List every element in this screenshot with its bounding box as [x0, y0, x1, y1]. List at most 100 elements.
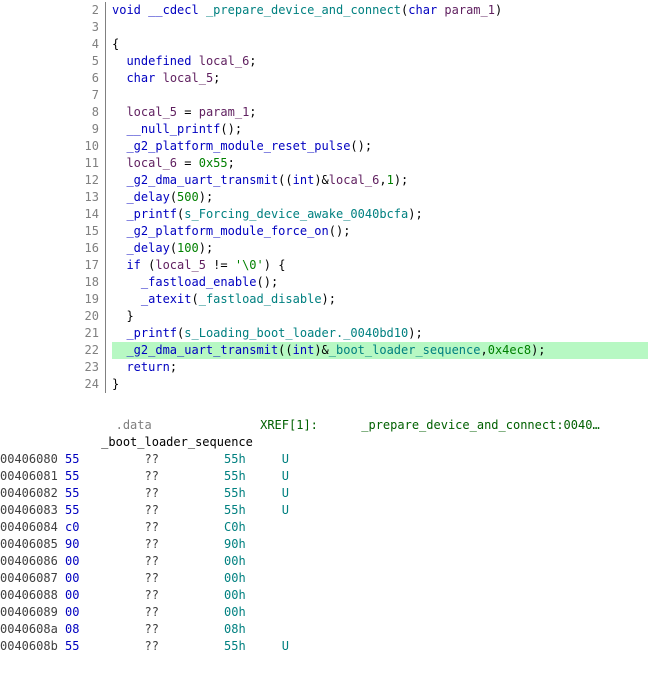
- line-number: 23: [0, 359, 99, 376]
- code-line[interactable]: _printf(s_Loading_boot_loader._0040bd10)…: [112, 325, 648, 342]
- listing-hex: 00h: [224, 554, 282, 568]
- listing-address[interactable]: 0040608b: [0, 639, 65, 653]
- listing-mnemonic: ??: [145, 503, 224, 517]
- section-label: .data: [116, 418, 261, 432]
- listing-row[interactable]: .data XREF[1]: _prepare_device_and_conne…: [0, 417, 648, 434]
- listing-byte: 55: [65, 469, 144, 483]
- line-number: 10: [0, 138, 99, 155]
- listing-hex: 00h: [224, 571, 282, 585]
- line-number: 7: [0, 87, 99, 104]
- listing-row[interactable]: 00406088 00 ?? 00h: [0, 587, 648, 604]
- xref-target[interactable]: _prepare_device_and_connect:0040…: [361, 418, 599, 432]
- code-line[interactable]: _printf(s_Forcing_device_awake_0040bcfa)…: [112, 206, 648, 223]
- code-line[interactable]: _delay(100);: [112, 240, 648, 257]
- code-line[interactable]: if (local_5 != '\0') {: [112, 257, 648, 274]
- listing-row[interactable]: _boot_loader_sequence: [0, 434, 648, 451]
- listing-mnemonic: ??: [145, 469, 224, 483]
- listing-byte: 55: [65, 452, 144, 466]
- listing-mnemonic: ??: [145, 639, 224, 653]
- listing-byte: 00: [65, 588, 144, 602]
- listing-mnemonic: ??: [145, 452, 224, 466]
- listing-hex: 55h: [224, 639, 282, 653]
- listing-mnemonic: ??: [145, 537, 224, 551]
- line-number: 3: [0, 19, 99, 36]
- listing-address[interactable]: 00406087: [0, 571, 65, 585]
- listing-byte: 90: [65, 537, 144, 551]
- code-line[interactable]: return;: [112, 359, 648, 376]
- code-line[interactable]: undefined local_6;: [112, 53, 648, 70]
- listing-address[interactable]: 00406085: [0, 537, 65, 551]
- line-number: 4: [0, 36, 99, 53]
- code-line[interactable]: void __cdecl _prepare_device_and_connect…: [112, 2, 648, 19]
- listing-hex: C0h: [224, 520, 282, 534]
- listing-hex: 55h: [224, 452, 282, 466]
- code-line[interactable]: _g2_dma_uart_transmit((int)&local_6,1);: [112, 172, 648, 189]
- line-number: 8: [0, 104, 99, 121]
- listing-row[interactable]: 00406084 c0 ?? C0h: [0, 519, 648, 536]
- listing-row[interactable]: 00406080 55 ?? 55h U: [0, 451, 648, 468]
- code-line[interactable]: local_6 = 0x55;: [112, 155, 648, 172]
- code-line[interactable]: }: [112, 308, 648, 325]
- code-line[interactable]: _g2_platform_module_force_on();: [112, 223, 648, 240]
- line-number: 9: [0, 121, 99, 138]
- listing-row[interactable]: 00406086 00 ?? 00h: [0, 553, 648, 570]
- line-number: 5: [0, 53, 99, 70]
- code-line[interactable]: __null_printf();: [112, 121, 648, 138]
- listing-address[interactable]: 00406084: [0, 520, 65, 534]
- listing-byte: 00: [65, 571, 144, 585]
- listing-byte: 08: [65, 622, 144, 636]
- listing-address[interactable]: 00406082: [0, 486, 65, 500]
- code-line[interactable]: }: [112, 376, 648, 393]
- code-line[interactable]: [112, 87, 648, 104]
- listing-row[interactable]: 00406085 90 ?? 90h: [0, 536, 648, 553]
- listing-address[interactable]: 00406083: [0, 503, 65, 517]
- listing-address[interactable]: 00406088: [0, 588, 65, 602]
- listing-row[interactable]: 00406089 00 ?? 00h: [0, 604, 648, 621]
- disassembly-listing[interactable]: .data XREF[1]: _prepare_device_and_conne…: [0, 417, 648, 655]
- listing-row[interactable]: 0040608b 55 ?? 55h U: [0, 638, 648, 655]
- listing-row[interactable]: 00406081 55 ?? 55h U: [0, 468, 648, 485]
- listing-address[interactable]: 00406080: [0, 452, 65, 466]
- listing-ascii: U: [282, 503, 289, 517]
- listing-address[interactable]: 0040608a: [0, 622, 65, 636]
- listing-hex: 55h: [224, 486, 282, 500]
- code-line[interactable]: _delay(500);: [112, 189, 648, 206]
- listing-hex: 08h: [224, 622, 282, 636]
- listing-byte: 00: [65, 554, 144, 568]
- listing-address[interactable]: 00406089: [0, 605, 65, 619]
- listing-row[interactable]: 00406082 55 ?? 55h U: [0, 485, 648, 502]
- listing-mnemonic: ??: [145, 554, 224, 568]
- listing-hex: 55h: [224, 469, 282, 483]
- listing-row[interactable]: 00406083 55 ?? 55h U: [0, 502, 648, 519]
- line-number: 16: [0, 240, 99, 257]
- line-number: 15: [0, 223, 99, 240]
- listing-hex: 00h: [224, 605, 282, 619]
- xref-label: XREF[1]:: [260, 418, 361, 432]
- line-number: 22: [0, 342, 99, 359]
- listing-byte: 55: [65, 503, 144, 517]
- line-number: 11: [0, 155, 99, 172]
- code-line[interactable]: [112, 19, 648, 36]
- line-number: 20: [0, 308, 99, 325]
- listing-hex: 90h: [224, 537, 282, 551]
- line-number: 14: [0, 206, 99, 223]
- code-line[interactable]: char local_5;: [112, 70, 648, 87]
- listing-address[interactable]: 00406086: [0, 554, 65, 568]
- decompiled-code[interactable]: void __cdecl _prepare_device_and_connect…: [105, 2, 648, 393]
- symbol-name[interactable]: _boot_loader_sequence: [101, 435, 253, 449]
- listing-address[interactable]: 00406081: [0, 469, 65, 483]
- line-number: 19: [0, 291, 99, 308]
- code-line[interactable]: _g2_platform_module_reset_pulse();: [112, 138, 648, 155]
- listing-row[interactable]: 00406087 00 ?? 00h: [0, 570, 648, 587]
- code-line[interactable]: _g2_dma_uart_transmit((int)&_boot_loader…: [112, 342, 648, 359]
- line-number: 21: [0, 325, 99, 342]
- line-number-gutter: 23456789101112131415161718192021222324: [0, 2, 105, 393]
- listing-mnemonic: ??: [145, 571, 224, 585]
- listing-row[interactable]: 0040608a 08 ?? 08h: [0, 621, 648, 638]
- code-line[interactable]: local_5 = param_1;: [112, 104, 648, 121]
- decompiler-panel: 23456789101112131415161718192021222324 v…: [0, 0, 648, 393]
- listing-byte: c0: [65, 520, 144, 534]
- code-line[interactable]: _atexit(_fastload_disable);: [112, 291, 648, 308]
- code-line[interactable]: _fastload_enable();: [112, 274, 648, 291]
- code-line[interactable]: {: [112, 36, 648, 53]
